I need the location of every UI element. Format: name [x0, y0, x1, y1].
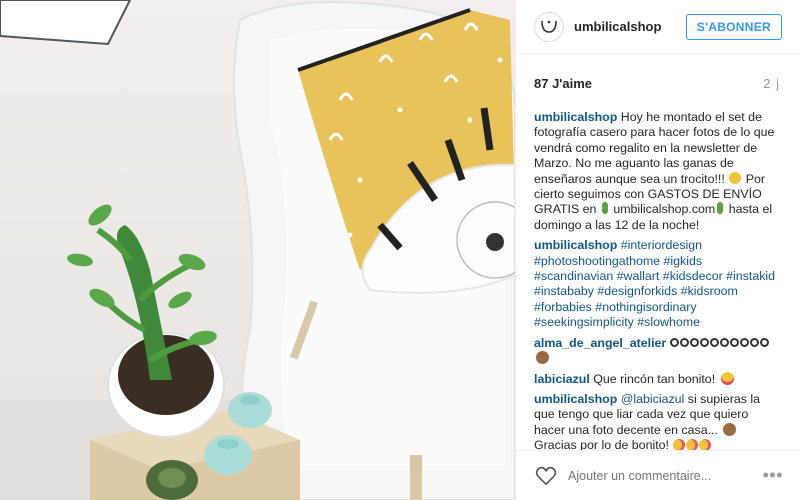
eye-pupil	[486, 233, 504, 251]
post-meta: 87 J'aime 2 j	[516, 66, 800, 100]
post-photo[interactable]	[0, 0, 515, 500]
post-header: umbilicalshop S'ABONNER	[516, 0, 800, 54]
cactus-emoji-icon	[601, 202, 608, 215]
wall-frame	[0, 0, 132, 46]
comment-bar: •••	[516, 450, 800, 500]
comment-item: alma_de_angel_atelier	[534, 336, 780, 367]
comment-mention[interactable]: @labiciazul	[621, 392, 685, 406]
comments-list: umbilicalshop Hoy he montado el set de f…	[516, 110, 800, 454]
cactus-emoji-icon	[717, 202, 724, 215]
comment-item: umbilicalshop @labiciazul si supieras la…	[534, 392, 780, 454]
caption-username[interactable]: umbilicalshop	[534, 110, 617, 124]
monkey-emoji-icon	[536, 351, 549, 365]
comment-username[interactable]: umbilicalshop	[534, 392, 617, 406]
follow-button[interactable]: S'ABONNER	[685, 13, 782, 40]
caption: umbilicalshop Hoy he montado el set de f…	[534, 110, 780, 233]
heart-outline-icon[interactable]	[534, 465, 558, 487]
monkey-emoji-icon	[723, 422, 737, 436]
post-time[interactable]: 2 j	[763, 76, 780, 91]
chair-leg	[410, 455, 422, 500]
eyes-emoji-icon	[669, 336, 770, 350]
comment-username[interactable]: labiciazul	[534, 372, 590, 386]
grin-emoji-icon	[729, 171, 742, 184]
comment-text: Que rincón tan bonito!	[589, 371, 719, 386]
comment-username[interactable]: alma_de_angel_atelier	[534, 336, 666, 350]
more-options-icon[interactable]: •••	[763, 465, 783, 486]
umbilical-logo-icon[interactable]	[534, 11, 564, 42]
heart-eyes-emoji-icon	[720, 371, 734, 385]
post-side-panel: umbilicalshop S'ABONNER 87 J'aime 2 j um…	[515, 0, 800, 500]
comment-username[interactable]: umbilicalshop	[534, 238, 617, 252]
photo-illustration	[0, 0, 515, 500]
post-username[interactable]: umbilicalshop	[574, 19, 686, 34]
hashtag-comment: umbilicalshop #interiordesign #photoshoo…	[534, 238, 780, 330]
comment-input[interactable]	[568, 468, 763, 483]
comment-item: labiciazul Que rincón tan bonito!	[534, 371, 780, 387]
caption-text-3: umbilicalshop.com	[609, 202, 716, 217]
likes-count[interactable]: 87 J'aime	[534, 76, 592, 91]
